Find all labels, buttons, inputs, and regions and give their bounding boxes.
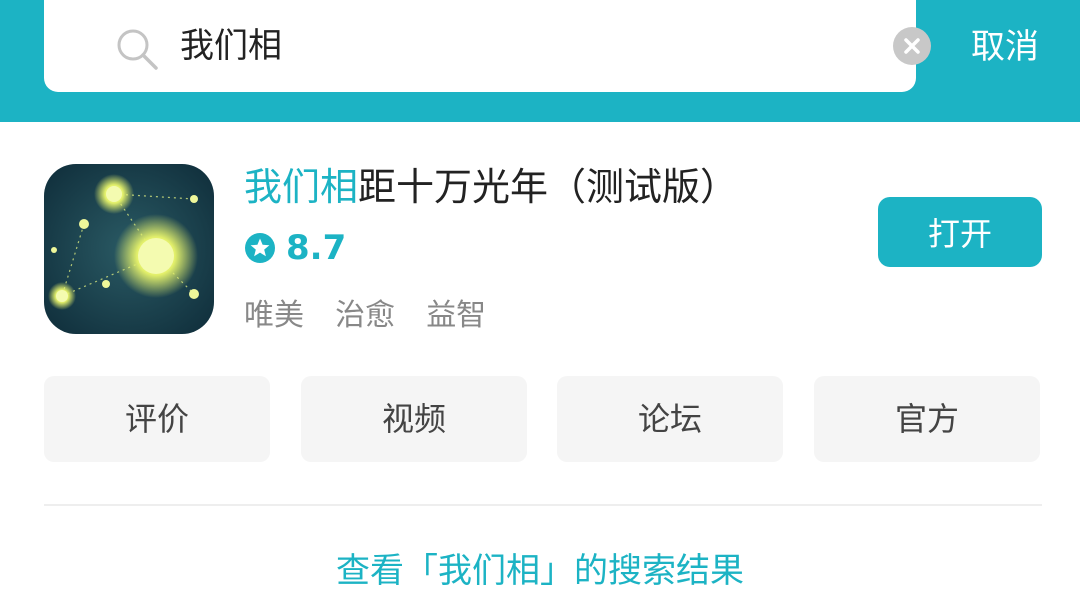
cancel-button[interactable]: 取消 — [950, 22, 1060, 72]
search-icon — [117, 29, 158, 70]
view-search-results-link[interactable]: 查看「我们相」的搜索结果 — [0, 546, 1080, 596]
tag: 唯美 — [244, 298, 304, 333]
review-button[interactable]: 评价 — [44, 376, 270, 462]
app-tags: 唯美 治愈 益智 — [244, 294, 512, 338]
star-badge-icon — [245, 233, 275, 263]
starry-night-icon — [44, 164, 214, 334]
divider — [44, 504, 1042, 506]
search-box[interactable]: 我们相 — [44, 0, 931, 92]
app-title-rest: 距十万光年（测试版） — [358, 165, 739, 209]
app-title[interactable]: 我们相距十万光年（测试版） — [244, 160, 738, 214]
clear-icon[interactable] — [892, 26, 932, 66]
tag: 益智 — [426, 298, 487, 333]
rating-value: 8.7 — [286, 228, 347, 268]
app-title-highlight: 我们相 — [244, 165, 359, 209]
forum-button[interactable]: 论坛 — [557, 376, 783, 462]
video-button[interactable]: 视频 — [301, 376, 527, 462]
open-button[interactable]: 打开 — [878, 197, 1042, 267]
search-input[interactable]: 我们相 — [180, 22, 282, 70]
official-button[interactable]: 官方 — [814, 376, 1040, 462]
app-icon[interactable] — [44, 164, 214, 334]
search-header: 我们相 取消 — [0, 0, 1080, 122]
tag: 治愈 — [335, 298, 396, 333]
